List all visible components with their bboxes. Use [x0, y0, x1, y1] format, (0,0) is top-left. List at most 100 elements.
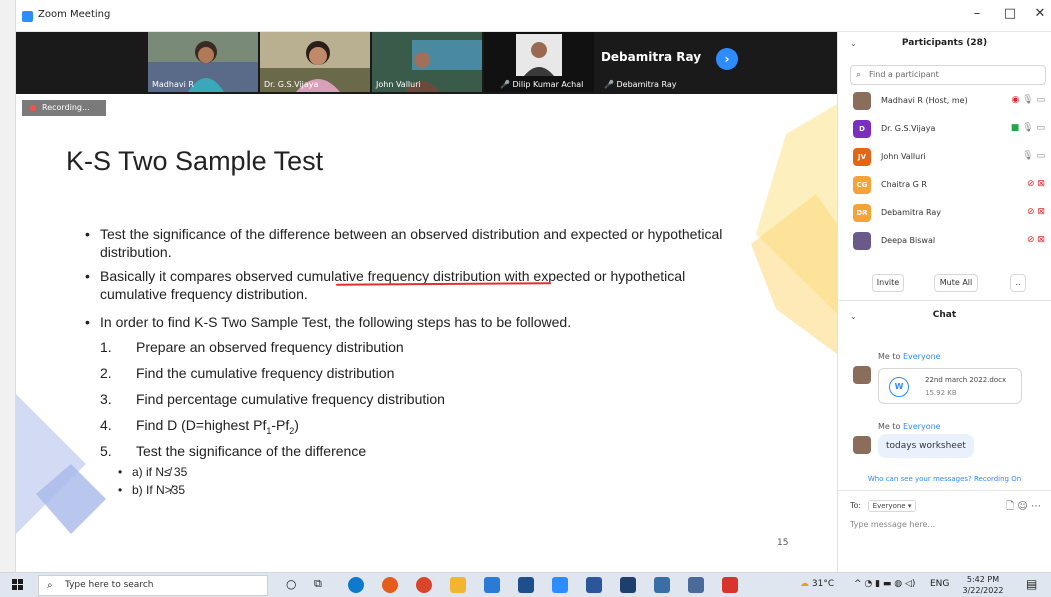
windows-start-icon[interactable] — [12, 579, 24, 591]
chat-recipient-selector: To: Everyone ▾ — [850, 500, 917, 512]
calculator-icon[interactable] — [688, 577, 704, 593]
chat-header: Chat — [932, 310, 957, 320]
search-icon: ⌕ — [47, 580, 53, 591]
clock-date: 3/22/2022 — [962, 586, 1004, 595]
avatar — [853, 366, 871, 384]
screen-share-icon: ■ — [1010, 123, 1020, 133]
recording-indicator[interactable]: Recording... — [22, 100, 106, 116]
avatar: CG — [853, 176, 871, 194]
video-tile-vijaya[interactable]: Dr. G.S.Vijaya — [260, 32, 370, 92]
mic-icon: 🎙 — [1022, 151, 1034, 161]
chrome-icon[interactable] — [416, 577, 432, 593]
search-placeholder: Type here to search — [65, 580, 154, 590]
shared-slide: K-S Two Sample Test Test the significanc… — [16, 94, 837, 564]
firefox-icon[interactable] — [382, 577, 398, 593]
participant-status: ⊘ ⊠ — [1027, 179, 1045, 189]
language-indicator[interactable]: ENG — [930, 579, 949, 589]
video-tile-madhavi[interactable]: Madhavi R — [148, 32, 258, 92]
record-dot-icon — [30, 105, 36, 111]
participant-row[interactable]: DR Debamitra Ray ⊘ ⊠ — [853, 202, 1049, 224]
slide-bullet: Test the significance of the difference … — [85, 225, 730, 261]
edge-browser-icon[interactable] — [348, 577, 364, 593]
step-text: Test the significance of the difference — [136, 443, 367, 459]
word-file-icon: W — [889, 377, 909, 397]
participants-header: Participants (28) — [901, 38, 988, 48]
participant-row[interactable]: D Dr. G.S.Vijaya ■ 🎙 ▭ — [853, 118, 1049, 140]
video-tile-dilip[interactable]: 🎤 Dilip Kumar Achal — [484, 32, 594, 92]
app-icon[interactable] — [620, 577, 636, 593]
tile-name: 🎤 Debamitra Ray — [604, 80, 676, 89]
search-icon: ⌕ — [856, 70, 862, 80]
chat-file-attachment[interactable]: W 22nd march 2022.docx 15.92 KB — [878, 368, 1022, 404]
word-icon[interactable] — [586, 577, 602, 593]
close-button[interactable]: ✕ — [1030, 6, 1050, 21]
recording-label: Recording... — [42, 103, 90, 112]
mute-all-button[interactable]: Mute All — [934, 274, 978, 292]
tile-name-text: Debamitra Ray — [616, 80, 677, 89]
zoom-app-icon — [22, 11, 33, 22]
tile-name: 🎤 Dilip Kumar Achal — [500, 80, 583, 89]
step-number: 2. — [100, 365, 112, 381]
step-text: Find the cumulative frequency distributi… — [136, 365, 395, 381]
more-icon[interactable]: ⋯ — [1031, 501, 1041, 512]
chevron-right-icon[interactable]: › — [716, 48, 738, 70]
step-text-part: ) — [294, 417, 299, 433]
invite-button[interactable]: Invite — [872, 274, 904, 292]
step-number: 1. — [100, 339, 112, 355]
zoom-taskbar-icon[interactable] — [552, 577, 568, 593]
tile-name: John Valluri — [376, 80, 421, 89]
participant-row[interactable]: Madhavi R (Host, me) ◉ 🎙 ▭ — [853, 90, 1049, 112]
acrobat-icon[interactable] — [722, 577, 738, 593]
more-button[interactable]: .. — [1010, 274, 1026, 292]
notification-icon[interactable]: ▤ — [1026, 577, 1037, 591]
video-camera-icon: ▭ — [1036, 123, 1045, 133]
background-window-edge — [0, 0, 16, 580]
chat-sender: Me to — [878, 422, 903, 431]
recipient-dropdown[interactable]: Everyone ▾ — [867, 500, 917, 512]
step-text: Find percentage cumulative frequency dis… — [136, 391, 445, 407]
video-camera-icon: ▭ — [1036, 95, 1045, 105]
chat-message-bubble: todays worksheet — [878, 434, 974, 458]
file-icon[interactable]: 🗋 — [1006, 501, 1014, 512]
store-icon[interactable] — [518, 577, 534, 593]
weather-widget[interactable]: ☁ 31°C — [800, 579, 834, 589]
tile-name: Madhavi R — [152, 80, 194, 89]
taskbar-clock[interactable]: 5:42 PM 3/22/2022 — [958, 574, 1008, 596]
step-text: Find D (D=highest Pf1-Pf2) — [136, 417, 299, 436]
slide-sub-item: a) if N≰ 35 — [118, 465, 187, 479]
slide-page-number: 15 — [777, 538, 789, 548]
emoji-icon[interactable]: ☺ — [1017, 501, 1027, 512]
participant-row[interactable]: JV John Valluri 🎙 ▭ — [853, 146, 1049, 168]
mic-icon: 🎙 — [1022, 95, 1034, 105]
chat-input[interactable]: Type message here... — [850, 520, 935, 529]
avatar — [853, 436, 871, 454]
chat-tools: 🗋 ☺ ⋯ — [1006, 499, 1041, 516]
avatar — [853, 232, 871, 250]
minimize-button[interactable]: – — [967, 6, 987, 21]
tile-name-text: Dilip Kumar Achal — [512, 80, 584, 89]
mail-icon[interactable] — [484, 577, 500, 593]
participant-search-input[interactable]: ⌕ Find a participant — [850, 65, 1046, 85]
task-view-icon[interactable]: ⧉ — [314, 577, 322, 591]
participant-row[interactable]: Deepa Biswal ⊘ ⊠ — [853, 230, 1049, 252]
step-number: 3. — [100, 391, 112, 407]
muted-mic-icon: ⊘ — [1027, 235, 1035, 245]
network-app-icon[interactable] — [654, 577, 670, 593]
slide-title: K-S Two Sample Test — [66, 146, 324, 176]
cortana-icon[interactable]: ○ — [286, 577, 296, 591]
maximize-button[interactable]: □ — [1000, 6, 1020, 21]
video-strip: Madhavi R Dr. G.S.Vijaya John Valluri 🎤 — [16, 32, 837, 94]
file-explorer-icon[interactable] — [450, 577, 466, 593]
recording-icon: ◉ — [1011, 95, 1020, 105]
video-tile-debamitra[interactable]: Debamitra Ray 🎤 Debamitra Ray — [596, 32, 706, 92]
step-number: 4. — [100, 417, 112, 433]
chat-visibility-note[interactable]: Who can see your messages? Recording On — [838, 475, 1051, 483]
video-tile-john[interactable]: John Valluri — [372, 32, 482, 92]
participant-status: ⊘ ⊠ — [1027, 235, 1045, 245]
video-off-icon: ⊠ — [1037, 235, 1045, 245]
participant-row[interactable]: CG Chaitra G R ⊘ ⊠ — [853, 174, 1049, 196]
tray-icons[interactable]: ^ ◔ ▮ ▬ ◍ ◁) — [854, 579, 915, 589]
participant-name: Madhavi R (Host, me) — [881, 96, 968, 105]
mic-icon: 🎙 — [1022, 123, 1034, 133]
taskbar-search-input[interactable]: ⌕ Type here to search — [38, 575, 268, 596]
